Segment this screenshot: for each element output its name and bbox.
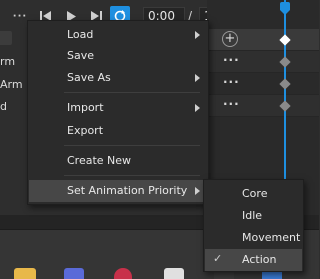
menu-item-import[interactable]: Import [29, 97, 207, 119]
playhead-handle[interactable] [280, 2, 290, 15]
priority-option-label: Action [242, 253, 277, 266]
menu-separator [64, 175, 200, 176]
chevron-right-icon [195, 187, 200, 195]
menu-separator [64, 145, 200, 146]
track-options-button[interactable]: ··· [223, 75, 241, 89]
priority-option-label: Core [242, 187, 268, 200]
menu-separator [64, 92, 200, 93]
menu-item-set-animation-priority[interactable]: Set Animation Priority [29, 180, 207, 202]
context-menu: Load Save Save As Import Export Create N… [27, 20, 209, 205]
app-icon[interactable] [164, 268, 184, 279]
folder-icon[interactable] [14, 268, 36, 279]
track-label[interactable]: rm [0, 55, 15, 68]
search-field[interactable] [0, 31, 12, 45]
track-options-button[interactable]: ··· [223, 97, 241, 111]
menu-item-label: Save As [67, 71, 111, 84]
priority-option-core[interactable]: Core [205, 183, 302, 205]
chevron-right-icon [195, 104, 200, 112]
menu-item-label: Import [67, 101, 104, 114]
track-label[interactable]: d [0, 100, 7, 113]
chevron-right-icon [195, 31, 200, 39]
animation-priority-submenu: Core Idle Movement ✓ Action [203, 179, 304, 272]
menu-item-save-as[interactable]: Save As [29, 67, 207, 89]
priority-option-idle[interactable]: Idle [205, 205, 302, 227]
menu-item-create-new[interactable]: Create New [29, 150, 207, 172]
app-icon[interactable] [64, 268, 84, 279]
checkmark-icon: ✓ [213, 252, 223, 265]
app-icon[interactable] [114, 268, 132, 279]
menu-item-label: Create New [67, 154, 132, 167]
menu-item-label: Load [67, 28, 94, 41]
menu-item-label: Set Animation Priority [67, 184, 188, 197]
priority-option-label: Idle [242, 209, 263, 222]
priority-option-label: Movement [242, 231, 301, 244]
chevron-right-icon [195, 74, 200, 82]
add-track-button[interactable]: + [222, 31, 238, 47]
track-options-button[interactable]: ··· [223, 53, 241, 67]
menu-item-load[interactable]: Load [29, 24, 207, 46]
track-label[interactable]: Arm [0, 78, 23, 91]
menu-item-label: Save [67, 49, 95, 62]
menu-item-label: Export [67, 124, 104, 137]
menu-item-export[interactable]: Export [29, 120, 207, 142]
priority-option-action[interactable]: ✓ Action [205, 249, 302, 271]
priority-option-movement[interactable]: Movement [205, 227, 302, 249]
menu-item-save[interactable]: Save [29, 45, 207, 67]
